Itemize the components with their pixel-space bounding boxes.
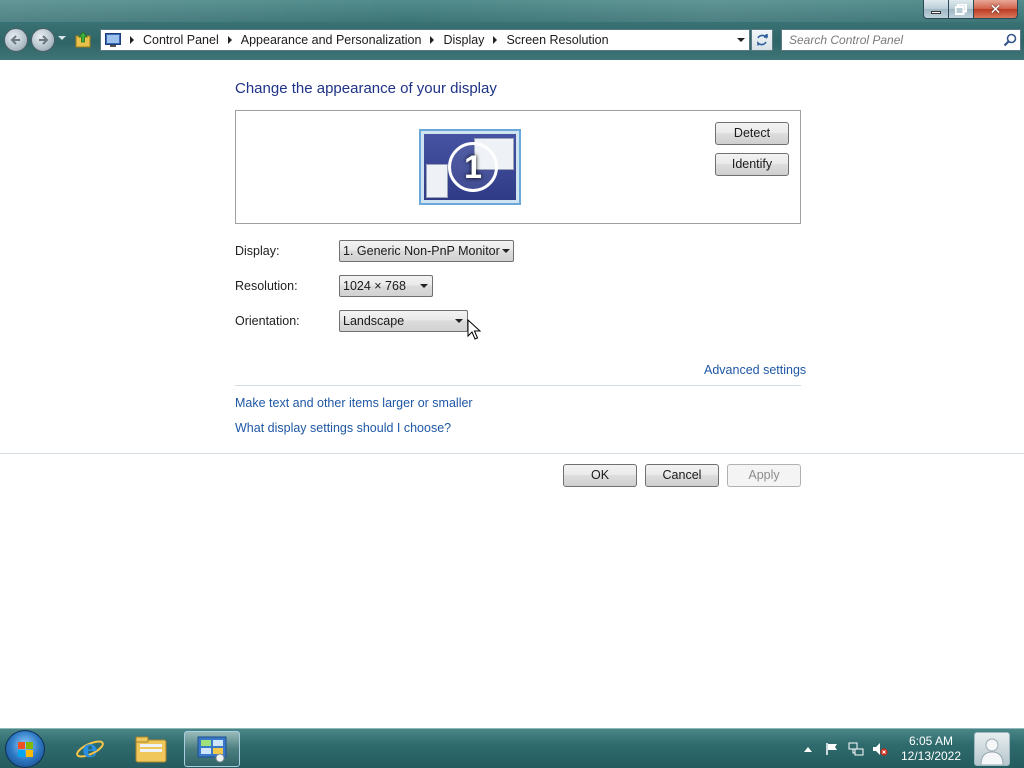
up-folder-icon[interactable] — [75, 31, 91, 48]
start-button[interactable] — [5, 730, 45, 768]
minimize-icon — [931, 10, 941, 14]
resolution-label: Resolution: — [235, 279, 298, 293]
internet-explorer-icon: e — [76, 734, 104, 763]
screen-resolution-page: Change the appearance of your display 1 … — [0, 60, 1024, 728]
mini-window — [426, 164, 448, 198]
resolution-dropdown[interactable]: 1024 × 768 — [339, 275, 433, 297]
chevron-down-icon — [416, 284, 432, 288]
breadcrumb-appearance[interactable]: Appearance and Personalization — [241, 33, 422, 47]
user-avatar-icon — [980, 738, 1004, 765]
control-panel-small-icon — [105, 33, 121, 47]
windows-logo-icon — [18, 742, 33, 757]
monitor-1-thumbnail[interactable]: 1 — [419, 129, 521, 205]
monitor-screen: 1 — [424, 134, 516, 200]
ok-button[interactable]: OK — [563, 464, 637, 487]
orientation-dropdown[interactable]: Landscape — [339, 310, 468, 332]
back-button[interactable] — [4, 28, 28, 52]
windows-explorer-icon — [135, 736, 167, 763]
control-panel-icon — [197, 736, 227, 763]
breadcrumb-control-panel[interactable]: Control Panel — [143, 33, 219, 47]
action-center-flag-icon[interactable] — [824, 741, 840, 757]
window-controls: ✕ — [923, 0, 1018, 19]
refresh-button[interactable] — [751, 29, 773, 51]
detect-button[interactable]: Detect — [715, 122, 789, 145]
display-help-link[interactable]: What display settings should I choose? — [235, 421, 451, 435]
search-input[interactable] — [782, 31, 1000, 49]
clock-date: 12/13/2022 — [900, 749, 962, 763]
system-tray — [796, 729, 892, 768]
mouse-cursor-icon — [467, 319, 481, 340]
breadcrumb-screen-resolution[interactable]: Screen Resolution — [506, 33, 608, 47]
resolution-value: 1024 × 768 — [343, 279, 406, 293]
restore-icon — [955, 3, 967, 15]
back-arrow-icon — [10, 35, 20, 45]
forward-button[interactable] — [31, 28, 55, 52]
breadcrumb-display[interactable]: Display — [443, 33, 484, 47]
breadcrumb-separator[interactable] — [227, 36, 232, 44]
display-dropdown[interactable]: 1. Generic Non-PnP Monitor — [339, 240, 514, 262]
apply-button[interactable]: Apply — [727, 464, 801, 487]
identify-button[interactable]: Identify — [715, 153, 789, 176]
chevron-down-icon — [451, 319, 467, 323]
svg-text:e: e — [82, 734, 97, 763]
text-size-link[interactable]: Make text and other items larger or smal… — [235, 396, 473, 410]
minimize-button[interactable] — [923, 0, 949, 19]
window-chrome: ✕ Control Panel Appearance and Personali… — [0, 0, 1024, 60]
monitor-arrangement-panel: 1 Detect Identify — [235, 110, 801, 224]
page-title: Change the appearance of your display — [235, 80, 497, 97]
orientation-value: Landscape — [343, 314, 405, 328]
refresh-icon — [757, 34, 768, 46]
recent-pages-dropdown[interactable] — [58, 36, 66, 44]
advanced-settings-link[interactable]: Advanced settings — [704, 363, 806, 377]
cancel-button[interactable]: Cancel — [645, 464, 719, 487]
address-bar[interactable]: Control Panel Appearance and Personaliza… — [100, 29, 750, 51]
user-avatar-button[interactable] — [974, 732, 1010, 766]
chevron-down-icon — [737, 38, 745, 42]
divider — [235, 385, 801, 386]
display-label: Display: — [235, 244, 280, 258]
divider — [0, 453, 1024, 454]
taskbar: e 6:05 AM 12/13/2022 — [0, 728, 1024, 768]
chevron-down-icon — [500, 249, 513, 253]
monitor-number-badge: 1 — [448, 142, 498, 192]
taskbar-control-panel[interactable] — [184, 731, 240, 767]
display-value: 1. Generic Non-PnP Monitor — [343, 244, 500, 258]
chevron-down-icon — [58, 36, 66, 40]
close-button[interactable]: ✕ — [974, 0, 1018, 19]
taskbar-internet-explorer[interactable]: e — [62, 731, 118, 767]
forward-arrow-icon — [39, 35, 49, 45]
network-icon[interactable] — [848, 741, 864, 757]
orientation-label: Orientation: — [235, 314, 300, 328]
breadcrumb-separator[interactable] — [493, 36, 498, 44]
clock-time: 6:05 AM — [908, 734, 954, 748]
clock[interactable]: 6:05 AM 12/13/2022 — [896, 734, 966, 764]
taskbar-windows-explorer[interactable] — [123, 731, 179, 767]
show-hidden-icons-icon[interactable] — [800, 741, 816, 757]
breadcrumb-separator[interactable] — [430, 36, 435, 44]
search-box[interactable] — [781, 29, 1021, 51]
restore-button[interactable] — [949, 0, 974, 19]
address-history-dropdown[interactable] — [733, 30, 749, 50]
close-icon: ✕ — [989, 1, 1002, 17]
search-icon[interactable] — [1000, 30, 1020, 50]
volume-muted-icon[interactable] — [872, 741, 888, 757]
breadcrumb-separator — [130, 36, 134, 44]
